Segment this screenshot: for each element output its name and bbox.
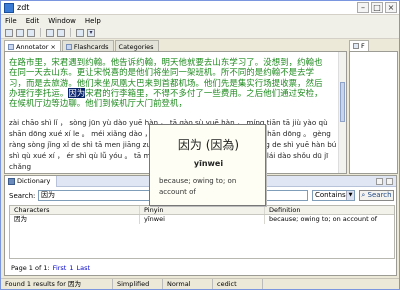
popup-hanzi: 因为 (因為) [177, 138, 240, 152]
save-icon[interactable] [27, 28, 35, 37]
menu-bar: File Edit Window Help [1, 15, 399, 27]
title-bar: zdt – □ × [1, 1, 399, 15]
cell-characters: 因为 [10, 215, 140, 224]
editor-scrollbar[interactable] [338, 52, 346, 173]
popup-definition: because; owing to; on account of [159, 177, 237, 196]
maximize-button[interactable]: □ [371, 2, 383, 13]
tab-categories[interactable]: Categories [114, 40, 159, 51]
page-info: Page 1 of 1: [11, 264, 50, 272]
toolbar: ▾ [1, 27, 399, 39]
main-window: zdt – □ × File Edit Window Help ▾ Annota… [0, 0, 400, 290]
app-icon [4, 2, 14, 13]
menu-edit[interactable]: Edit [26, 17, 40, 25]
flashcards-icon [65, 43, 72, 50]
column-header-pinyin[interactable]: Pinyin [140, 206, 265, 214]
match-mode-select[interactable]: Contains ▼ [312, 190, 355, 201]
chevron-down-icon[interactable]: ▼ [346, 191, 354, 200]
toolbar-separator [40, 28, 41, 37]
window-title: zdt [17, 3, 30, 12]
close-window-button[interactable]: × [385, 2, 397, 13]
pager: Page 1 of 1: First 1 Last [11, 264, 90, 272]
status-dictionary: cedict [213, 279, 263, 289]
search-label: Search: [9, 192, 36, 200]
open-icon[interactable] [16, 28, 24, 37]
word-popup: 因为 (因為) yīnwei because; owing to; on acc… [149, 124, 266, 206]
tab-flashcards[interactable]: Flashcards [61, 40, 114, 51]
status-bar: Found 1 results for 因为 Simplified Normal… [1, 278, 399, 289]
menu-window[interactable]: Window [48, 17, 76, 25]
menu-help[interactable]: Help [85, 17, 101, 25]
last-page-link[interactable]: Last [77, 264, 91, 272]
selected-text[interactable]: 因为 [68, 87, 86, 98]
status-results: Found 1 results for 因为 [1, 279, 113, 289]
table-row[interactable]: 因为 yīnwei because; owing to; on account … [10, 215, 394, 224]
tab-annotator[interactable]: Annotator × [4, 40, 61, 51]
toolbar-separator [70, 28, 71, 37]
column-header-definition[interactable]: Definition [265, 206, 394, 214]
cell-definition: because; owing to; on account of [269, 215, 378, 223]
annotator-icon [8, 43, 14, 50]
minimize-button[interactable]: – [357, 2, 369, 13]
status-mode: Normal [163, 279, 213, 289]
column-header-characters[interactable]: Characters [10, 206, 140, 214]
minimize-view-icon[interactable] [376, 178, 383, 185]
tab-dictionary[interactable]: Dictionary [5, 175, 58, 187]
tab-close-icon[interactable]: × [50, 43, 55, 51]
table-header: Characters Pinyin Definition [10, 206, 394, 215]
tab-right-pane[interactable]: F [349, 40, 369, 51]
results-table: Characters Pinyin Definition 因为 yīnwei b… [9, 205, 395, 259]
annotate-icon[interactable] [76, 28, 84, 37]
editor-tab-bar: Annotator × Flashcards Categories [4, 40, 160, 51]
cell-pinyin: yīnwei [140, 215, 265, 224]
search-icon: ⌕ [361, 191, 366, 199]
print-icon[interactable] [46, 28, 54, 37]
pane-icon [353, 43, 359, 49]
hanzi-text[interactable]: 在路市里，宋君遇到约翰。他告诉约翰，明天他就要去山东学习了。没想到，约翰也在同一… [9, 57, 329, 108]
popup-pinyin: yīnwei [193, 159, 224, 168]
page-number-link[interactable]: 1 [69, 264, 73, 272]
scrollbar-thumb[interactable] [340, 82, 345, 122]
search-button[interactable]: ⌕ Search [359, 190, 394, 201]
new-icon[interactable] [5, 28, 13, 37]
copy-icon[interactable] [57, 28, 65, 37]
dictionary-icon [8, 177, 15, 185]
right-pane-body [349, 51, 398, 174]
right-pane: F [349, 40, 398, 174]
maximize-view-icon[interactable] [386, 178, 393, 185]
dropdown-icon[interactable]: ▾ [87, 28, 95, 37]
status-script: Simplified [113, 279, 163, 289]
first-page-link[interactable]: First [53, 264, 67, 272]
menu-file[interactable]: File [5, 17, 17, 25]
